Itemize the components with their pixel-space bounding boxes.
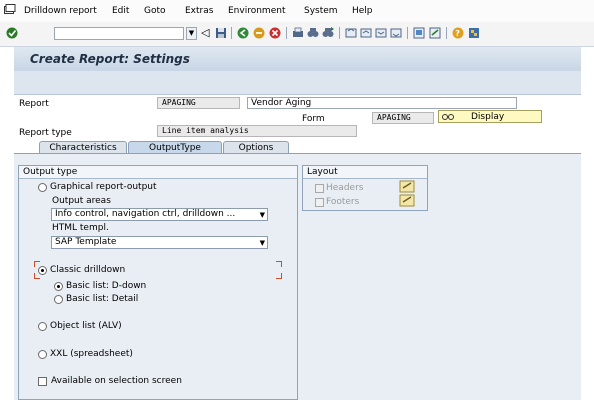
focus-bracket	[276, 273, 282, 279]
form-label: Form	[302, 114, 325, 124]
find-icon[interactable]	[307, 27, 319, 39]
form-field: APAGING	[372, 112, 434, 124]
focus-bracket	[276, 261, 282, 267]
find-next-icon[interactable]	[322, 27, 334, 39]
report-label: Report	[19, 99, 49, 109]
classic-drilldown-radio[interactable]	[38, 266, 47, 275]
customize-layout-icon[interactable]	[468, 27, 480, 39]
display-glasses-icon	[442, 114, 454, 120]
command-field-dropdown-icon[interactable]: ▼	[186, 27, 197, 40]
radio-selected-dot	[41, 269, 44, 272]
xxl-spreadsheet-radio[interactable]	[38, 350, 47, 359]
toolbar-separator	[446, 27, 447, 39]
report-description-field[interactable]: Vendor Aging	[247, 97, 517, 109]
graphical-report-label: Graphical report-output	[50, 182, 157, 192]
menu-goto[interactable]: Goto	[144, 6, 166, 16]
command-field[interactable]	[54, 27, 184, 40]
toolbar-separator	[339, 27, 340, 39]
save-icon[interactable]	[215, 27, 227, 39]
enter-icon[interactable]	[6, 27, 19, 39]
shortcut-icon[interactable]	[429, 27, 441, 39]
previous-page-icon[interactable]	[360, 27, 372, 39]
toolbar-separator	[407, 27, 408, 39]
svg-text:?: ?	[455, 29, 460, 38]
chevron-down-icon: ▼	[259, 211, 265, 219]
output-areas-dropdown[interactable]: Info control, navigation ctrl, drilldown…	[51, 208, 268, 221]
object-list-label: Object list (ALV)	[50, 321, 122, 331]
xxl-spreadsheet-label: XXL (spreadsheet)	[50, 349, 133, 359]
headers-checkbox[interactable]	[315, 184, 324, 193]
layout-group-title: Layout	[303, 166, 427, 179]
classic-drilldown-label: Classic drilldown	[50, 265, 126, 275]
output-type-group-title: Output type	[19, 166, 297, 179]
radio-selected-dot	[57, 285, 60, 288]
cancel-icon[interactable]	[269, 27, 281, 39]
display-button-label: Display	[471, 112, 505, 122]
print-icon[interactable]	[292, 27, 304, 39]
edit-footers-icon[interactable]	[399, 193, 417, 208]
report-field: APAGING	[157, 97, 240, 109]
menu-extras[interactable]: Extras	[185, 6, 213, 16]
toolbar-separator	[286, 27, 287, 39]
report-type-field: Line item analysis	[157, 125, 357, 137]
next-page-icon[interactable]	[375, 27, 387, 39]
last-page-icon[interactable]	[390, 27, 402, 39]
basic-list-ddown-label: Basic list: D-down	[66, 281, 147, 291]
headers-label: Headers	[326, 183, 364, 193]
basic-list-detail-radio[interactable]	[54, 295, 63, 304]
footers-checkbox[interactable]	[315, 198, 324, 207]
edit-headers-icon[interactable]	[399, 179, 417, 194]
object-list-radio[interactable]	[38, 322, 47, 331]
page-title: Create Report: Settings	[30, 52, 190, 66]
footers-label: Footers	[326, 197, 360, 207]
html-templ-label: HTML templ.	[52, 223, 109, 233]
menu-system[interactable]: System	[304, 6, 338, 16]
available-selection-label: Available on selection screen	[51, 376, 182, 386]
html-templ-value: SAP Template	[55, 237, 117, 247]
report-type-label: Report type	[19, 128, 72, 138]
history-back-icon[interactable]: ◁	[201, 27, 209, 39]
create-session-icon[interactable]	[413, 27, 425, 39]
exit-icon[interactable]	[253, 27, 265, 39]
menu-help[interactable]: Help	[352, 6, 373, 16]
output-areas-label: Output areas	[52, 196, 111, 206]
first-page-icon[interactable]	[345, 27, 357, 39]
help-icon[interactable]: ?	[452, 27, 464, 39]
menu-environment[interactable]: Environment	[228, 6, 285, 16]
display-button[interactable]: Display	[438, 110, 542, 123]
available-selection-checkbox[interactable]	[38, 377, 47, 386]
output-areas-value: Info control, navigation ctrl, drilldown…	[55, 209, 236, 219]
html-templ-dropdown[interactable]: SAP Template ▼	[51, 236, 268, 249]
toolbar-separator	[231, 27, 232, 39]
basic-list-ddown-radio[interactable]	[54, 282, 63, 291]
menu-icon[interactable]	[4, 4, 16, 15]
application-toolbar	[14, 71, 581, 95]
menu-drilldown-report[interactable]: Drilldown report	[24, 6, 97, 16]
menu-edit[interactable]: Edit	[112, 6, 129, 16]
chevron-down-icon: ▼	[259, 239, 265, 247]
back-icon[interactable]	[237, 27, 249, 39]
graphical-report-radio[interactable]	[38, 183, 47, 192]
basic-list-detail-label: Basic list: Detail	[66, 294, 139, 304]
